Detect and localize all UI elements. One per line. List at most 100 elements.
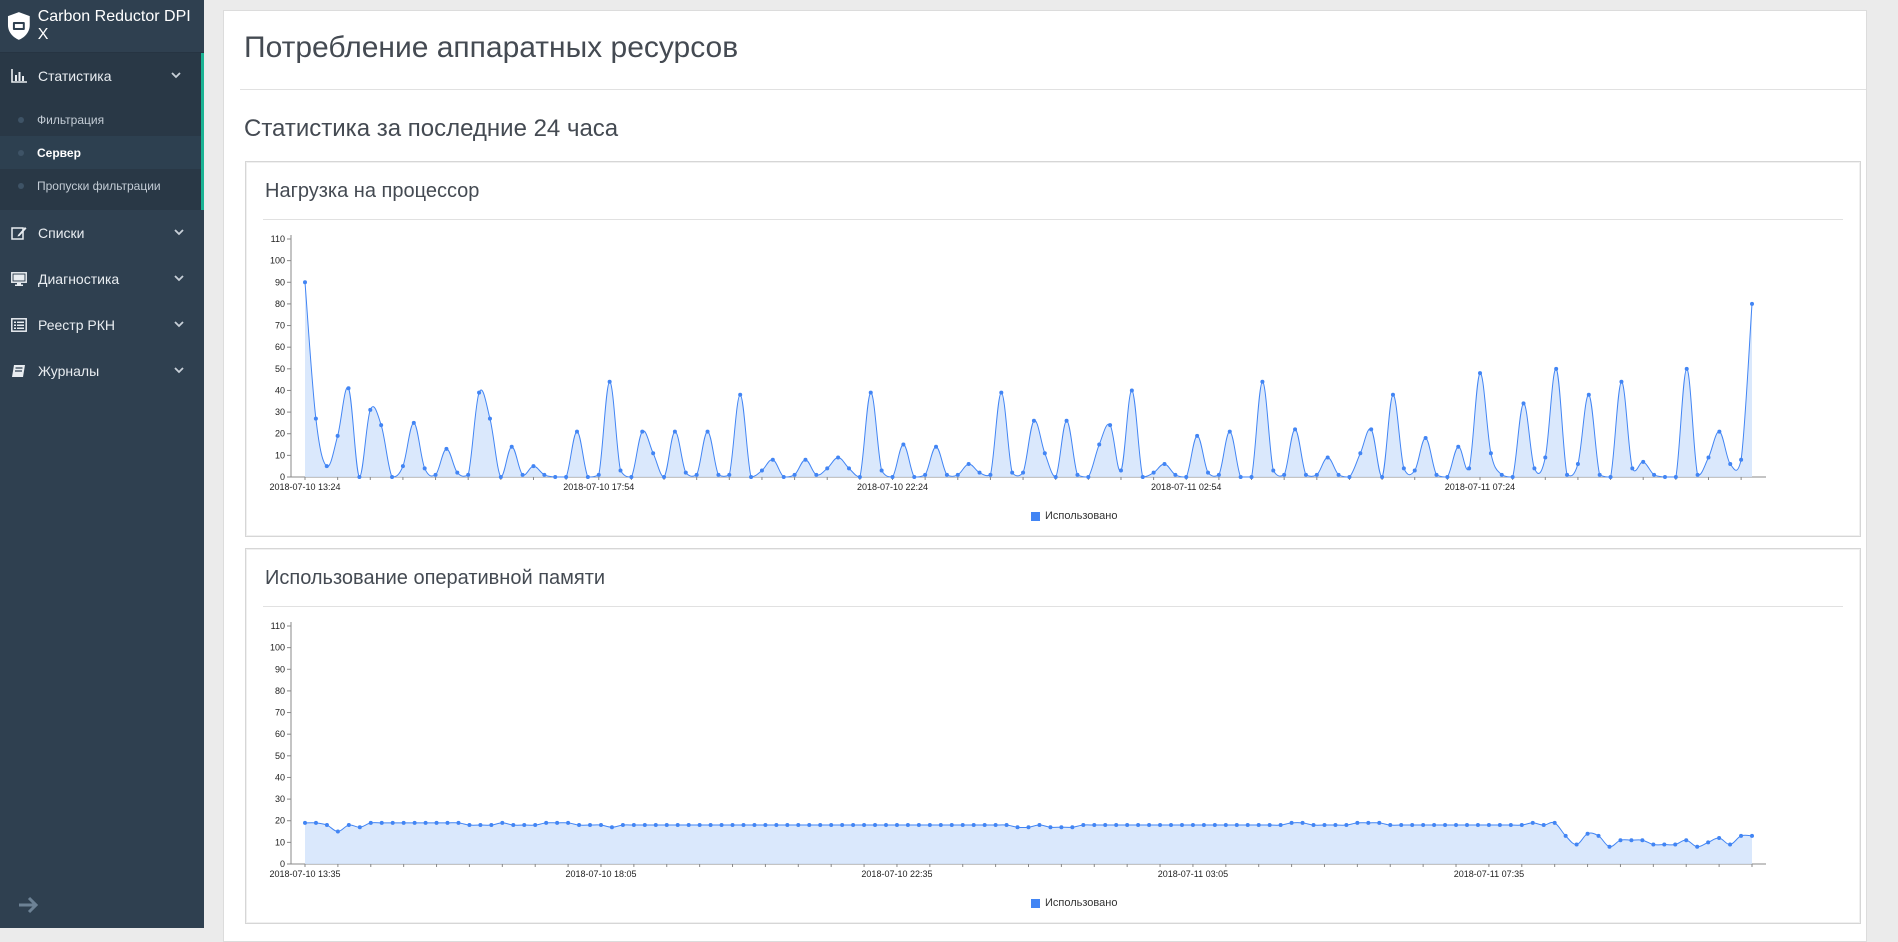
legend-label: Использовано [1045,510,1118,522]
data-point [803,457,808,462]
data-point [1629,838,1634,843]
sidebar-item-statistics[interactable]: Статистика [0,53,204,99]
chart-legend[interactable]: Использовано [1031,897,1117,909]
data-point [478,823,483,828]
data-point [664,823,669,828]
data-point [738,392,743,397]
data-point [477,390,482,395]
data-point [1206,470,1211,475]
data-point [1443,823,1448,828]
data-point [1390,392,1395,397]
data-point [588,823,593,828]
sidebar-subitem-label: Фильтрация [37,112,105,127]
data-point [1475,823,1480,828]
data-point [1136,823,1141,828]
data-point [511,823,516,828]
data-point [520,472,525,477]
data-point [829,823,834,828]
data-point [862,823,867,828]
data-point [653,823,658,828]
data-point [1401,466,1406,471]
data-point [796,823,801,828]
sidebar-subitem-server[interactable]: Сервер [0,136,201,169]
data-point [807,823,812,828]
data-point [1486,823,1491,828]
arrow-right-icon[interactable] [18,896,40,914]
section-title: Статистика за последние 24 часа [244,115,619,142]
data-point [1059,825,1064,830]
data-point [1728,842,1733,847]
data-point [1249,475,1254,479]
data-point [1311,823,1316,828]
data-point [1421,823,1426,828]
data-point [1358,451,1363,456]
data-point [456,820,461,825]
data-point [577,823,582,828]
data-point [883,823,888,828]
y-tick-label: 0 [280,472,285,482]
bullet-icon [18,117,24,123]
data-point [455,470,460,475]
data-point [379,423,384,428]
sidebar-subitem-filtering[interactable]: Фильтрация [0,103,201,136]
sidebar-item-diagnostics[interactable]: Диагностика [0,256,204,302]
data-point [1260,379,1265,384]
data-point [1684,838,1689,843]
sidebar-item-lists[interactable]: Списки [0,210,204,256]
data-point [971,823,976,828]
data-point [1053,475,1058,479]
x-tick-label: 2018-07-10 18:05 [565,869,636,879]
y-tick-label: 80 [275,686,285,696]
data-point [467,823,472,828]
y-tick-label: 30 [275,794,285,804]
data-point [1467,466,1472,471]
y-tick-label: 90 [275,664,285,674]
data-point [1662,842,1667,847]
brand[interactable]: Carbon Reductor DPI X [0,0,204,53]
data-point [1190,823,1195,828]
data-point [1151,470,1156,475]
sidebar-subitem-filter-misses[interactable]: Пропуски фильтрации [0,169,201,202]
data-point [1597,472,1602,477]
data-point [966,462,971,467]
data-point [1015,825,1020,830]
chart-legend[interactable]: Использовано [1031,510,1117,522]
data-point [1728,462,1733,467]
data-point [716,472,721,477]
data-point [949,823,954,828]
data-point [1179,823,1184,828]
sidebar-item-rkn-registry[interactable]: Реестр РКН [0,302,204,348]
data-point [1530,820,1535,825]
legend-label: Использовано [1045,897,1118,909]
data-point [1541,823,1546,828]
data-point [1216,472,1221,477]
y-tick-label: 100 [270,256,285,266]
data-point [629,475,634,479]
data-point [1717,836,1722,841]
chevron-down-icon [174,367,184,374]
divider [240,89,1866,90]
data-point [1081,823,1086,828]
data-point [1608,475,1613,479]
data-point [1552,820,1557,825]
sidebar-item-logs[interactable]: Журналы [0,348,204,394]
memory-usage-chart: 0 10 20 30 40 50 60 70 80 90 100 110 2018-07-10 13:3… [269,621,1766,879]
data-point [357,825,362,830]
data-point [697,823,702,828]
y-tick-label: 40 [275,385,285,395]
data-point [1336,472,1341,477]
data-point [1289,820,1294,825]
data-point [411,420,416,425]
data-point [1432,823,1437,828]
data-point [1169,823,1174,828]
data-point [781,475,786,479]
data-point [1423,436,1428,441]
data-point [1519,823,1524,828]
bullet-icon [18,183,24,189]
y-tick-label: 20 [275,429,285,439]
data-point [1114,823,1119,828]
data-point [879,468,884,473]
book-icon [10,363,28,379]
data-point [412,820,417,825]
x-tick-label: 2018-07-11 07:24 [1445,482,1515,492]
